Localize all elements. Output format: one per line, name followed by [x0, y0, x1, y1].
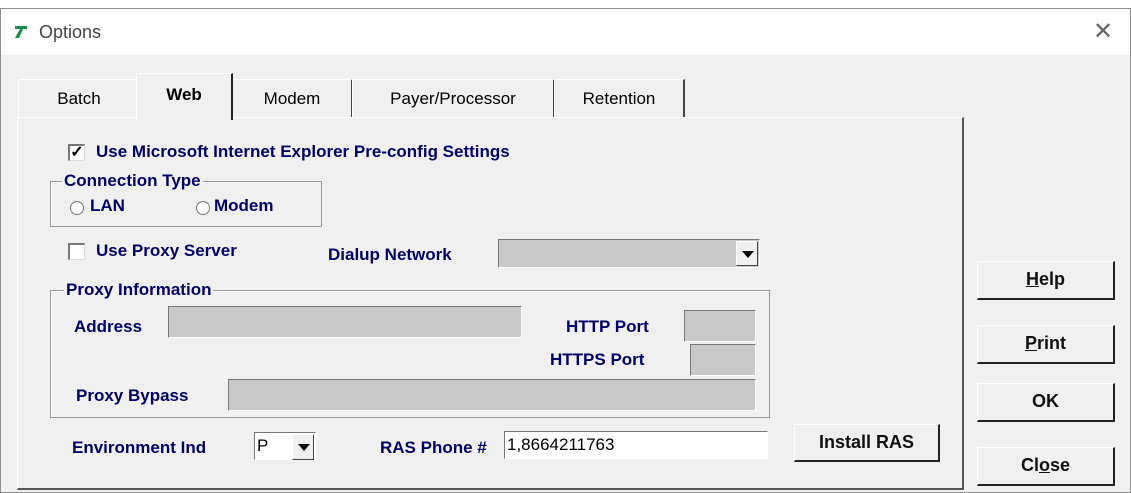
print-button[interactable]: Print: [977, 325, 1115, 364]
radio-lan-label: LAN: [90, 196, 125, 215]
tab-modem[interactable]: Modem: [232, 79, 353, 118]
http-port-label: HTTP Port: [566, 317, 649, 336]
web-tab-panel: ✓ Use Microsoft Internet Explorer Pre-co…: [17, 117, 964, 490]
ras-phone-label: RAS Phone #: [380, 438, 487, 457]
close-rest: se: [1049, 455, 1071, 475]
help-button[interactable]: Help: [977, 261, 1115, 300]
chevron-down-icon[interactable]: [736, 241, 758, 266]
help-rest: elp: [1038, 269, 1065, 289]
print-mnemonic: P: [1024, 333, 1037, 353]
window-title: Options: [39, 22, 102, 42]
http-port-input[interactable]: [684, 310, 756, 342]
use-proxy-label: Use Proxy Server: [96, 241, 237, 260]
tab-payer-processor[interactable]: Payer/Processor: [352, 79, 555, 118]
close-icon[interactable]: ✕: [1090, 19, 1116, 45]
install-ras-button[interactable]: Install RAS: [794, 424, 940, 462]
proxy-bypass-label: Proxy Bypass: [76, 386, 189, 405]
ras-phone-input[interactable]: 1,8664211763: [504, 431, 768, 459]
help-mnemonic: H: [1025, 269, 1039, 289]
connection-type-legend: Connection Type: [62, 171, 203, 191]
tab-retention[interactable]: Retention: [554, 79, 685, 118]
radio-lan[interactable]: [70, 201, 84, 215]
ras-phone-value: 1,8664211763: [507, 435, 615, 454]
address-label: Address: [74, 317, 143, 336]
environment-ind-select[interactable]: P: [254, 432, 316, 460]
https-port-input[interactable]: [690, 344, 756, 376]
options-window: Options ✕ Batch Web Modem Payer/Processo…: [0, 8, 1131, 493]
proxy-information-legend: Proxy Information: [64, 280, 214, 300]
use-ie-settings-checkbox[interactable]: ✓: [68, 144, 85, 161]
radio-modem[interactable]: [196, 201, 210, 215]
print-rest: rint: [1037, 333, 1066, 353]
address-input[interactable]: [168, 306, 522, 338]
tab-batch[interactable]: Batch: [18, 79, 141, 118]
close-mnemonic: o: [1038, 455, 1050, 475]
dialup-network-label: Dialup Network: [328, 245, 452, 264]
https-port-label: HTTPS Port: [550, 350, 645, 369]
use-proxy-checkbox[interactable]: [68, 243, 85, 260]
environment-ind-label: Environment Ind: [72, 438, 207, 457]
close-pre: Cl: [1020, 455, 1039, 475]
use-ie-settings-label: Use Microsoft Internet Explorer Pre-conf…: [96, 142, 510, 161]
close-button[interactable]: Close: [977, 447, 1115, 486]
radio-modem-label: Modem: [214, 196, 274, 215]
app-logo-icon: [15, 26, 27, 38]
environment-ind-value: P: [257, 436, 269, 455]
dialup-network-select[interactable]: [498, 239, 760, 268]
proxy-bypass-input[interactable]: [228, 379, 756, 411]
chevron-down-icon[interactable]: [292, 434, 314, 460]
ok-button[interactable]: OK: [977, 383, 1115, 422]
tab-web[interactable]: Web: [136, 73, 233, 120]
title-bar: Options ✕: [1, 9, 1130, 55]
